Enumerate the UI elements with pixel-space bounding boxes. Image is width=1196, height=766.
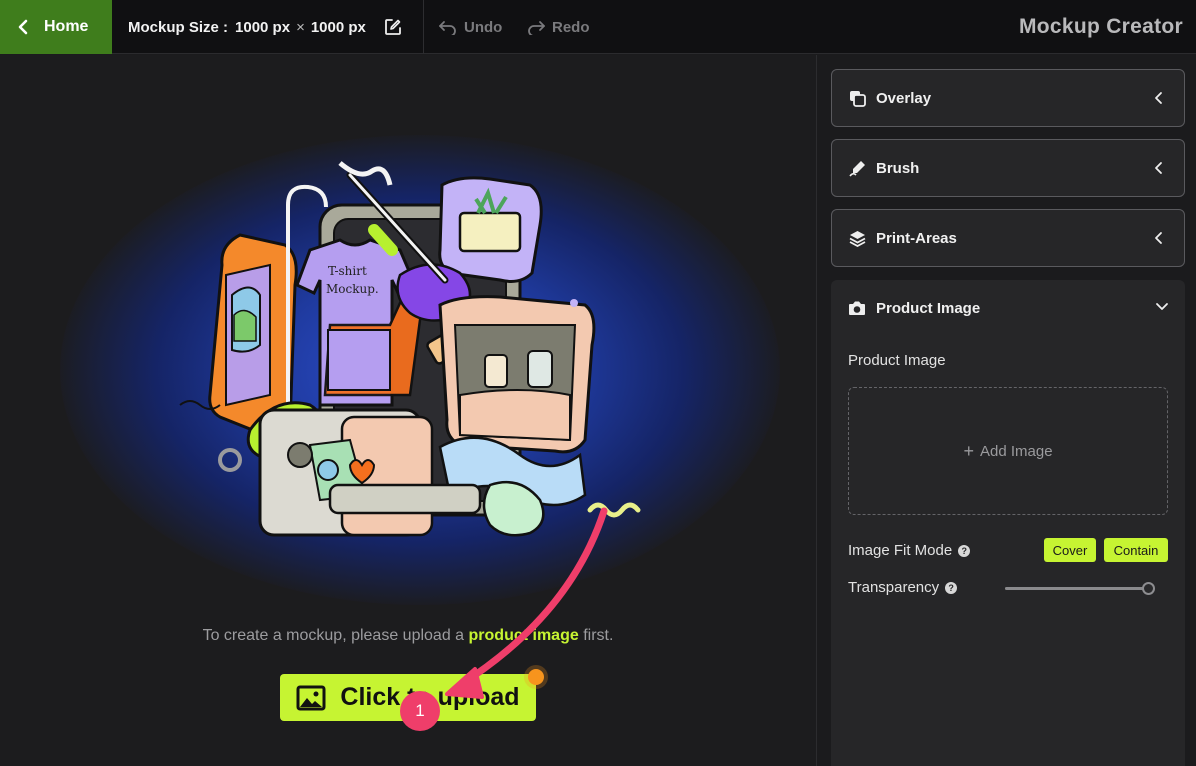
svg-text:T-shirt: T-shirt	[328, 264, 367, 278]
step-badge: 1	[400, 691, 440, 731]
home-button[interactable]: Home	[0, 0, 112, 54]
section-overlay[interactable]: Overlay	[831, 69, 1185, 127]
transparency-slider[interactable]	[1005, 582, 1155, 595]
section-product-image: Product Image Product Image + Add Image …	[831, 280, 1185, 766]
image-fit-mode-text: Image Fit Mode	[848, 542, 953, 559]
brush-icon	[849, 160, 865, 177]
hint-highlight: product image	[468, 627, 579, 644]
redo-label: Redo	[552, 18, 590, 36]
plus-icon: +	[963, 440, 974, 461]
slider-fill	[1005, 587, 1149, 590]
section-brush-label: Brush	[876, 159, 920, 177]
svg-text:Mockup.: Mockup.	[326, 282, 379, 296]
fit-contain-button[interactable]: Contain	[1104, 538, 1168, 562]
transparency-label: Transparency ?	[848, 579, 958, 596]
layers-copy-icon	[850, 90, 866, 107]
hint-suffix: first.	[583, 627, 614, 644]
image-fit-mode-label: Image Fit Mode ?	[848, 542, 971, 559]
mockup-size: Mockup Size : 1000 px × 1000 px	[128, 0, 402, 54]
edit-icon[interactable]	[384, 18, 402, 36]
undo-icon	[439, 21, 456, 35]
hint-prefix: To create a mockup, please upload a	[202, 627, 465, 644]
settings-panel: Overlay Brush Print-Areas Product Image …	[817, 55, 1196, 766]
slider-handle[interactable]	[1142, 582, 1155, 595]
app-title: Mockup Creator	[1018, 15, 1183, 38]
chevron-left-icon	[1155, 92, 1162, 104]
top-bar: Home Mockup Size : 1000 px × 1000 px Und…	[0, 0, 1196, 54]
camera-icon	[849, 301, 865, 315]
help-icon[interactable]: ?	[945, 581, 958, 594]
image-icon	[296, 685, 326, 710]
mockup-illustration: T-shirt Mockup.	[179, 161, 641, 537]
chevron-down-icon[interactable]	[1155, 302, 1169, 312]
redo-icon	[528, 21, 545, 35]
product-image-title: Product Image	[876, 299, 981, 317]
section-brush[interactable]: Brush	[831, 139, 1185, 197]
canvas-area: T-shirt Mockup. To create a mockup, plea…	[0, 55, 816, 766]
section-overlay-label: Overlay	[876, 89, 932, 107]
toolbar-divider	[423, 0, 424, 54]
transparency-text: Transparency	[848, 579, 940, 596]
notification-dot	[528, 669, 544, 685]
product-image-header[interactable]: Product Image	[848, 280, 980, 336]
help-icon[interactable]: ?	[958, 544, 971, 557]
section-print-areas-label: Print-Areas	[876, 229, 957, 247]
product-image-field-label: Product Image	[848, 352, 946, 369]
stack-icon	[849, 230, 866, 247]
section-print-areas[interactable]: Print-Areas	[831, 209, 1185, 267]
add-image-dropzone[interactable]: + Add Image	[848, 387, 1168, 515]
chevron-left-icon	[1155, 232, 1162, 244]
chevron-left-icon	[18, 19, 28, 35]
chevron-left-icon	[1155, 162, 1162, 174]
home-label: Home	[44, 18, 89, 35]
undo-label: Undo	[464, 18, 503, 36]
add-image-label: Add Image	[979, 442, 1053, 460]
mockup-width: 1000 px	[235, 18, 291, 36]
upload-hint: To create a mockup, please upload a prod…	[0, 627, 816, 645]
fit-cover-button[interactable]: Cover	[1044, 538, 1096, 562]
mockup-size-label: Mockup Size :	[128, 18, 229, 36]
undo-button[interactable]: Undo	[438, 0, 502, 54]
times-sign: ×	[296, 18, 305, 36]
redo-button[interactable]: Redo	[526, 0, 590, 54]
mockup-height: 1000 px	[310, 18, 366, 36]
